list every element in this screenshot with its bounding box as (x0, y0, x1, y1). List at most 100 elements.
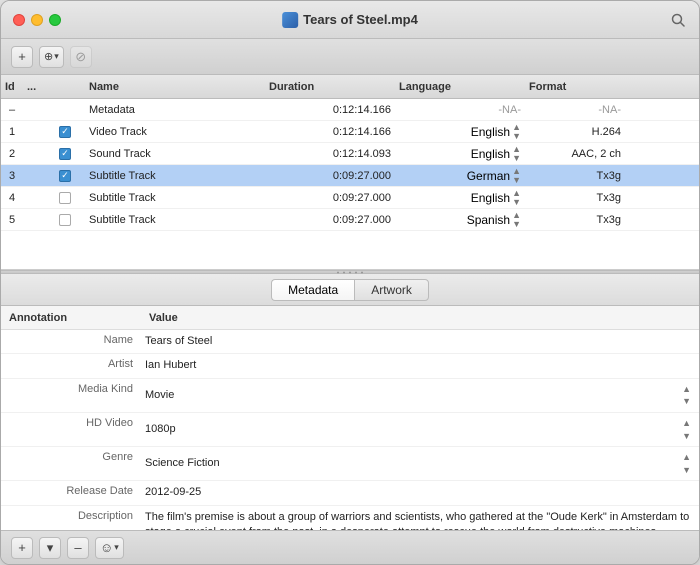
titlebar: Tears of Steel.mp4 (1, 1, 699, 39)
row-name: Subtitle Track (85, 192, 265, 204)
metadata-body: Name Tears of Steel Artist Ian Hubert Me… (1, 330, 699, 530)
select-arrows-mediakind: ▲▼ (682, 383, 691, 408)
row-language: -NA- (395, 104, 525, 116)
minimize-button[interactable] (31, 14, 43, 26)
row-checkbox-cell[interactable] (45, 214, 85, 226)
row-language: English ▲▼ (395, 123, 525, 141)
row-id: – (1, 104, 23, 116)
row-name: Sound Track (85, 148, 265, 160)
tab-metadata[interactable]: Metadata (271, 279, 354, 301)
language-arrows: ▲▼ (512, 189, 521, 207)
row-format: Tx3g (525, 214, 625, 226)
close-button[interactable] (13, 14, 25, 26)
add-metadata-dropdown-button[interactable]: ▾ (39, 537, 61, 559)
select-arrows-hdvideo: ▲▼ (682, 417, 691, 442)
add-track-button[interactable]: + (11, 46, 33, 68)
tab-artwork[interactable]: Artwork (354, 279, 429, 301)
row-format: -NA- (525, 104, 625, 116)
track-table: Id ... Name Duration Language Format – M… (1, 75, 699, 270)
row-language: German ▲▼ (395, 167, 525, 185)
col-name: Name (85, 81, 265, 93)
add-metadata-button[interactable]: + (11, 537, 33, 559)
value-artist[interactable]: Ian Hubert (141, 354, 699, 377)
value-description[interactable]: The film's premise is about a group of w… (141, 506, 699, 530)
remove-metadata-button[interactable]: – (67, 537, 89, 559)
value-name[interactable]: Tears of Steel (141, 330, 699, 353)
row-name: Subtitle Track (85, 170, 265, 182)
label-genre: Genre (1, 447, 141, 467)
col-dots: ... (23, 81, 45, 93)
value-mediakind[interactable]: Movie ▲▼ (141, 379, 699, 412)
row-checkbox[interactable] (59, 192, 71, 204)
row-duration: 0:09:27.000 (265, 170, 395, 182)
row-language: English ▲▼ (395, 145, 525, 163)
label-description: Description (1, 506, 141, 526)
row-name: Metadata (85, 104, 265, 116)
metadata-row-mediakind: Media Kind Movie ▲▼ (1, 379, 699, 413)
label-releasedate: Release Date (1, 481, 141, 501)
table-row[interactable]: 3 Subtitle Track 0:09:27.000 German ▲▼ T… (1, 165, 699, 187)
metadata-row-releasedate: Release Date 2012-09-25 (1, 481, 699, 505)
row-checkbox-cell[interactable] (45, 170, 85, 182)
row-format: Tx3g (525, 192, 625, 204)
label-hdvideo: HD Video (1, 413, 141, 433)
table-row[interactable]: 4 Subtitle Track 0:09:27.000 English ▲▼ … (1, 187, 699, 209)
row-id: 5 (1, 214, 23, 226)
no-action-button[interactable]: ⊘ (70, 46, 92, 68)
row-language: English ▲▼ (395, 189, 525, 207)
metadata-row-description: Description The film's premise is about … (1, 506, 699, 530)
row-checkbox[interactable] (59, 170, 71, 182)
row-checkbox-cell[interactable] (45, 126, 85, 138)
value-genre[interactable]: Science Fiction ▲▼ (141, 447, 699, 480)
row-duration: 0:12:14.093 (265, 148, 395, 160)
row-id: 4 (1, 192, 23, 204)
table-row[interactable]: 2 Sound Track 0:12:14.093 English ▲▼ AAC… (1, 143, 699, 165)
value-col-header: Value (141, 312, 699, 324)
row-format: H.264 (525, 126, 625, 138)
value-releasedate[interactable]: 2012-09-25 (141, 481, 699, 504)
main-window: Tears of Steel.mp4 + ⊕ ▾ ⊘ Id ... Name D… (0, 0, 700, 565)
language-arrows: ▲▼ (512, 123, 521, 141)
language-arrows: ▲▼ (512, 211, 521, 229)
row-duration: 0:09:27.000 (265, 192, 395, 204)
table-body: – Metadata 0:12:14.166 -NA- -NA- 1 Video… (1, 99, 699, 269)
label-mediakind: Media Kind (1, 379, 141, 399)
metadata-section: Annotation Value Name Tears of Steel Art… (1, 306, 699, 530)
row-checkbox-cell[interactable] (45, 148, 85, 160)
metadata-row-genre: Genre Science Fiction ▲▼ (1, 447, 699, 481)
row-language: Spanish ▲▼ (395, 211, 525, 229)
table-row[interactable]: 1 Video Track 0:12:14.166 English ▲▼ H.2… (1, 121, 699, 143)
traffic-lights (13, 14, 61, 26)
window-title: Tears of Steel.mp4 (282, 12, 418, 28)
maximize-button[interactable] (49, 14, 61, 26)
col-format: Format (525, 81, 625, 93)
value-hdvideo[interactable]: 1080p ▲▼ (141, 413, 699, 446)
row-name: Video Track (85, 126, 265, 138)
table-row[interactable]: – Metadata 0:12:14.166 -NA- -NA- (1, 99, 699, 121)
action-metadata-button[interactable]: ☺ ▾ (95, 537, 124, 559)
metadata-row-hdvideo: HD Video 1080p ▲▼ (1, 413, 699, 447)
row-duration: 0:12:14.166 (265, 126, 395, 138)
row-checkbox[interactable] (59, 148, 71, 160)
language-arrows: ▲▼ (512, 145, 521, 163)
search-button[interactable] (669, 11, 687, 29)
col-language: Language (395, 81, 525, 93)
row-format: AAC, 2 ch (525, 148, 625, 160)
row-format: Tx3g (525, 170, 625, 182)
row-checkbox[interactable] (59, 214, 71, 226)
bottom-toolbar: + ▾ – ☺ ▾ (1, 530, 699, 564)
row-checkbox[interactable] (59, 126, 71, 138)
col-id: Id (1, 81, 23, 93)
row-duration: 0:12:14.166 (265, 104, 395, 116)
tabs-bar: Metadata Artwork (1, 274, 699, 306)
row-checkbox-cell[interactable] (45, 192, 85, 204)
col-duration: Duration (265, 81, 395, 93)
row-id: 3 (1, 170, 23, 182)
table-row[interactable]: 5 Subtitle Track 0:09:27.000 Spanish ▲▼ … (1, 209, 699, 231)
file-icon (282, 12, 298, 28)
row-name: Subtitle Track (85, 214, 265, 226)
language-arrows: ▲▼ (512, 167, 521, 185)
metadata-row-name: Name Tears of Steel (1, 330, 699, 354)
add-dropdown-button[interactable]: ⊕ ▾ (39, 46, 64, 68)
row-duration: 0:09:27.000 (265, 214, 395, 226)
